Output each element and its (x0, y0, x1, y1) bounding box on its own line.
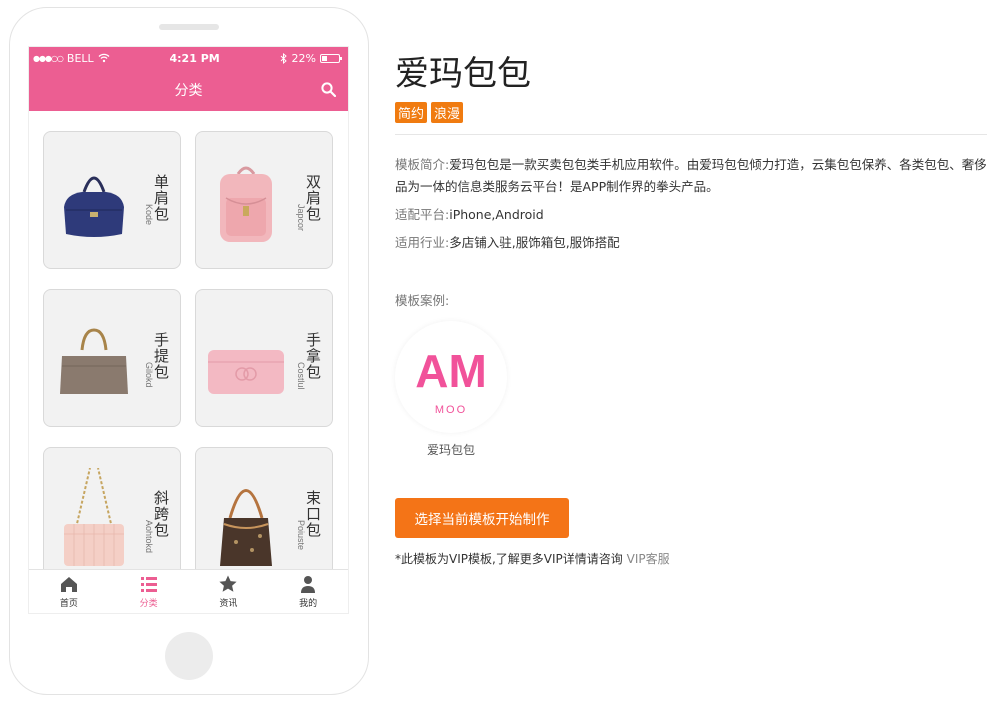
category-card[interactable]: 斜跨包 Aohtokd (43, 447, 181, 585)
battery-icon (319, 53, 342, 63)
logo-sub-text: MOO (435, 404, 467, 416)
tag: 简约 (395, 102, 428, 123)
tab-mine[interactable]: 我的 (268, 570, 348, 613)
status-time: 4:21 PM (169, 51, 220, 65)
tab-label: 资讯 (219, 599, 238, 609)
category-en: Japcor (296, 204, 306, 232)
case-name: 爱玛包包 (426, 443, 475, 457)
nav-bar: 分类 (29, 69, 348, 111)
am-logo: AM MOO (415, 345, 487, 416)
tab-label: 分类 (139, 599, 158, 609)
platform-value: iPhone,Android (449, 207, 544, 222)
search-icon[interactable] (321, 82, 336, 97)
tag-list: 简约 浪漫 (395, 102, 987, 123)
category-name: 手提包 (152, 332, 170, 380)
template-info: 模板简介:爱玛包包是一款买卖包包类手机应用软件。由爱玛包包倾力打造，云集包包保养… (395, 154, 987, 254)
vip-service-link[interactable]: VIP客服 (627, 552, 670, 566)
handbag-image (60, 328, 128, 394)
category-name: 束口包 (304, 490, 322, 538)
status-bar: ●●●○○ BELL 4:21 PM 22% (29, 47, 348, 69)
vip-note: *此模板为VIP模板,了解更多VIP详情请咨询 VIP客服 (395, 550, 987, 567)
clutch-image (208, 350, 284, 394)
start-template-button[interactable]: 选择当前模板开始制作 (395, 498, 569, 538)
backpack-image (220, 166, 272, 242)
phone-frame: ●●●○○ BELL 4:21 PM 22% 分类 单肩包 Kode 双肩包 J… (9, 7, 369, 695)
nav-title: 分类 (174, 83, 203, 99)
list-icon (140, 577, 157, 592)
divider (395, 134, 987, 135)
app-title: 爱玛包包 (395, 54, 531, 94)
template-detail: 爱玛包包 简约 浪漫 模板简介:爱玛包包是一款买卖包包类手机应用软件。由爱玛包包… (395, 52, 987, 567)
category-grid: 单肩包 Kode 双肩包 Japcor 手提包 Gilokd 手拿包 Costl… (29, 111, 348, 585)
intro-row: 模板简介:爱玛包包是一款买卖包包类手机应用软件。由爱玛包包倾力打造，云集包包保养… (395, 154, 987, 198)
bucket-bag-image (220, 489, 272, 566)
signal-icon: ●●●○○ (33, 53, 64, 63)
case-label: 模板案例: (395, 293, 450, 308)
platform-row: 适配平台:iPhone,Android (395, 204, 987, 226)
phone-speaker (159, 24, 219, 30)
bluetooth-icon (280, 52, 287, 64)
user-icon (301, 576, 316, 593)
tab-label: 我的 (299, 599, 318, 609)
category-card[interactable]: 单肩包 Kode (43, 131, 181, 269)
category-card[interactable]: 手提包 Gilokd (43, 289, 181, 427)
category-name: 斜跨包 (152, 490, 170, 538)
tab-bar: 首页 分类 资讯 我的 (29, 569, 348, 613)
industry-row: 适用行业:多店铺入驻,服饰箱包,服饰搭配 (395, 232, 987, 254)
category-en: Poiuste (296, 520, 306, 551)
industry-value: 多店铺入驻,服饰箱包,服饰搭配 (449, 235, 620, 250)
category-en: Aohtokd (144, 520, 154, 554)
shoulder-bag-image (64, 176, 124, 237)
intro-label: 模板简介: (395, 157, 450, 172)
category-card[interactable]: 手拿包 Costlul (195, 289, 333, 427)
tab-label: 首页 (59, 599, 78, 609)
tab-news[interactable]: 资讯 (189, 570, 269, 613)
category-en: Costlul (296, 362, 306, 390)
category-en: Kode (144, 204, 154, 226)
case-logo[interactable]: AM MOO (395, 321, 507, 433)
category-en: Gilokd (144, 362, 154, 388)
category-card[interactable]: 束口包 Poiuste (195, 447, 333, 585)
category-name: 单肩包 (152, 174, 170, 222)
crossbody-bag-image (64, 468, 124, 566)
industry-label: 适用行业: (395, 235, 450, 250)
tag: 浪漫 (431, 102, 464, 123)
logo-text: AM (415, 345, 487, 397)
wifi-icon (98, 53, 110, 63)
tab-category[interactable]: 分类 (109, 570, 189, 613)
star-icon (219, 575, 237, 592)
battery-percent: 22% (291, 51, 316, 65)
phone-screen: ●●●○○ BELL 4:21 PM 22% 分类 单肩包 Kode 双肩包 J… (28, 46, 349, 614)
home-icon (60, 577, 77, 592)
platform-label: 适配平台: (395, 207, 450, 222)
category-card[interactable]: 双肩包 Japcor (195, 131, 333, 269)
category-name: 手拿包 (304, 332, 322, 380)
vip-note-text: *此模板为VIP模板,了解更多VIP详情请咨询 (395, 552, 623, 566)
category-name: 双肩包 (304, 174, 322, 222)
tab-home[interactable]: 首页 (29, 570, 109, 613)
carrier-label: BELL (66, 51, 94, 65)
phone-home-button (165, 632, 213, 680)
intro-text: 爱玛包包是一款买卖包包类手机应用软件。由爱玛包包倾力打造，云集包包保养、各类包包… (395, 157, 987, 194)
